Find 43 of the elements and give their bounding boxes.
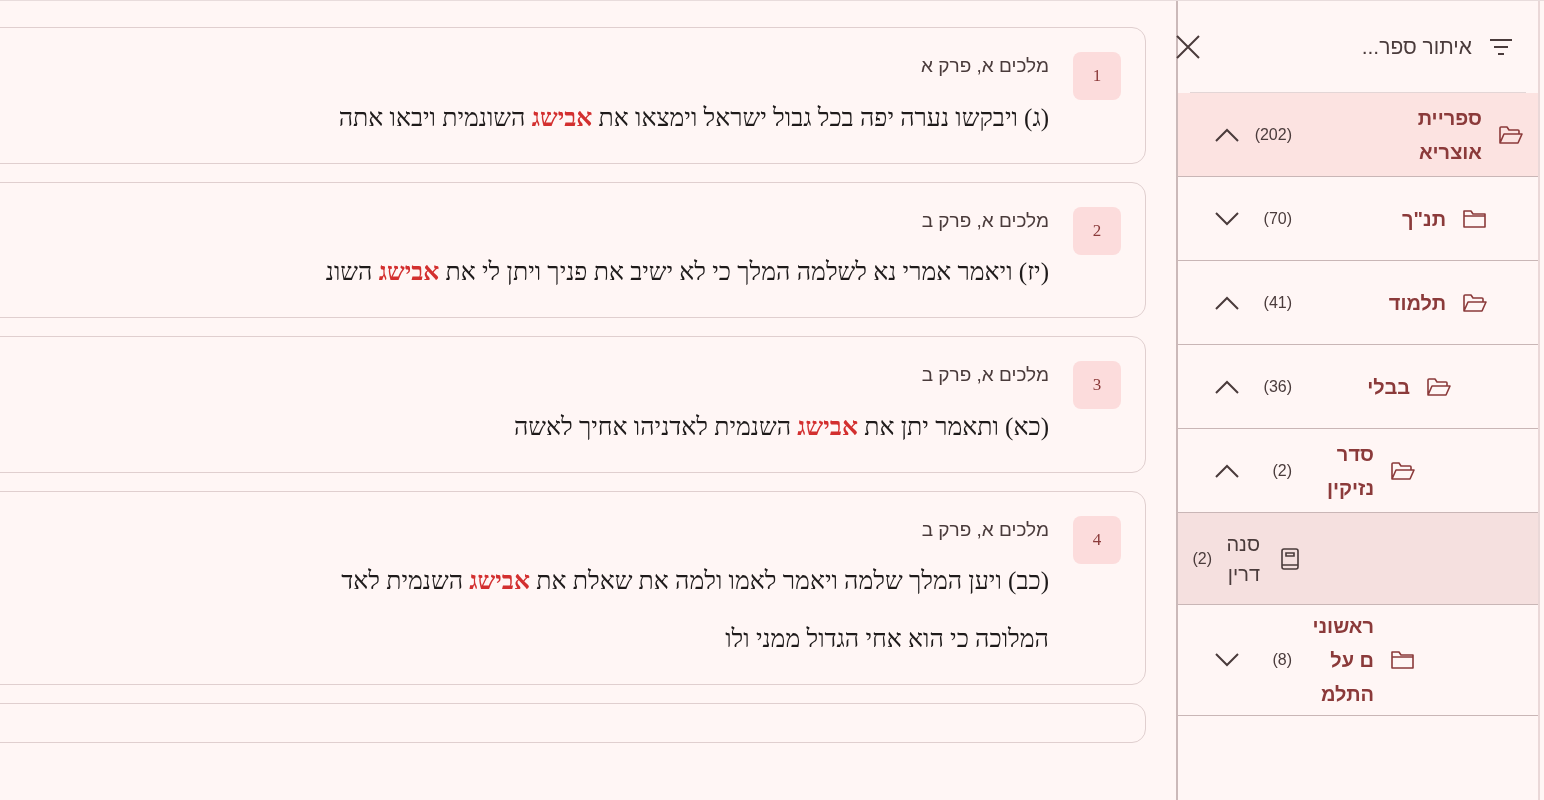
verse-text: (ג) ויבקשו נערה יפה בכל גבול ישראל וימצאו את אבישג השונמית ויבאו אתה xyxy=(338,102,1049,134)
tree-item-label: תנ"ך xyxy=(1402,206,1446,232)
result-number: 2 xyxy=(1073,206,1121,255)
folder-icon xyxy=(1462,207,1488,230)
tree-item-label: תלמוד xyxy=(1388,290,1446,316)
tree-item-label: בבלי xyxy=(1367,374,1410,400)
chevron-up-icon[interactable] xyxy=(1214,378,1240,395)
book-icon xyxy=(1280,546,1300,571)
result-number: 4 xyxy=(1073,515,1121,564)
tree-item-count: (36) xyxy=(1262,376,1292,397)
chevron-down-icon[interactable] xyxy=(1214,210,1240,227)
close-icon[interactable] xyxy=(1175,33,1201,60)
verse-text: (כא) ותאמר יתן את אבישג השנמית לאדניהו אחיך לאשה xyxy=(513,411,1049,443)
tree-item-label: ספריית אוצריא xyxy=(1416,105,1482,165)
chevron-up-icon[interactable] xyxy=(1214,462,1240,479)
open-folder-icon xyxy=(1390,459,1416,482)
chevron-down-icon[interactable] xyxy=(1214,652,1240,668)
tree-item-label: ראשונים על התלמ xyxy=(1311,614,1374,707)
filter-field[interactable]: איתור ספר... xyxy=(1201,30,1472,63)
result-source: מלכים א, פרק ב xyxy=(920,363,1049,387)
result-source: מלכים א, פרק ב xyxy=(920,517,1049,542)
tree-item-count: (8) xyxy=(1271,650,1292,670)
tree-item-count: (2) xyxy=(1192,548,1212,569)
verse-text: המלוכה כי הוא אחי הגדול ממני ולו xyxy=(724,624,1049,654)
verse-text: (יז) ויאמר אמרי נא לשלמה המלך כי לא ישיב את פניך ויתן לי את אבישג השונ xyxy=(325,257,1049,287)
open-folder-icon xyxy=(1498,123,1524,146)
chevron-up-icon[interactable] xyxy=(1214,294,1240,311)
tree-item-label: סנהדרין xyxy=(1225,531,1260,587)
verse-text: (כב) ויען המלך שלמה ויאמר לאמו ולמה את שאלת את אבישג השנמית לאד xyxy=(341,566,1049,597)
tree-item-count: (2) xyxy=(1271,460,1292,481)
tree-item-count: (41) xyxy=(1262,292,1292,313)
result-source: מלכים א, פרק א xyxy=(920,54,1049,78)
open-folder-icon xyxy=(1426,375,1452,398)
tree-item-count: (202) xyxy=(1253,124,1292,145)
result-source: מלכים א, פרק ב xyxy=(920,208,1049,233)
chevron-up-icon[interactable] xyxy=(1214,126,1240,143)
folder-icon xyxy=(1390,649,1416,671)
open-folder-icon xyxy=(1462,291,1488,314)
tree-item-count: (70) xyxy=(1262,208,1292,229)
filter-icon[interactable] xyxy=(1488,36,1514,57)
result-number: 3 xyxy=(1073,361,1121,409)
tree-item-label: סדר נזיקין xyxy=(1325,441,1374,501)
result-number: 1 xyxy=(1073,52,1121,100)
